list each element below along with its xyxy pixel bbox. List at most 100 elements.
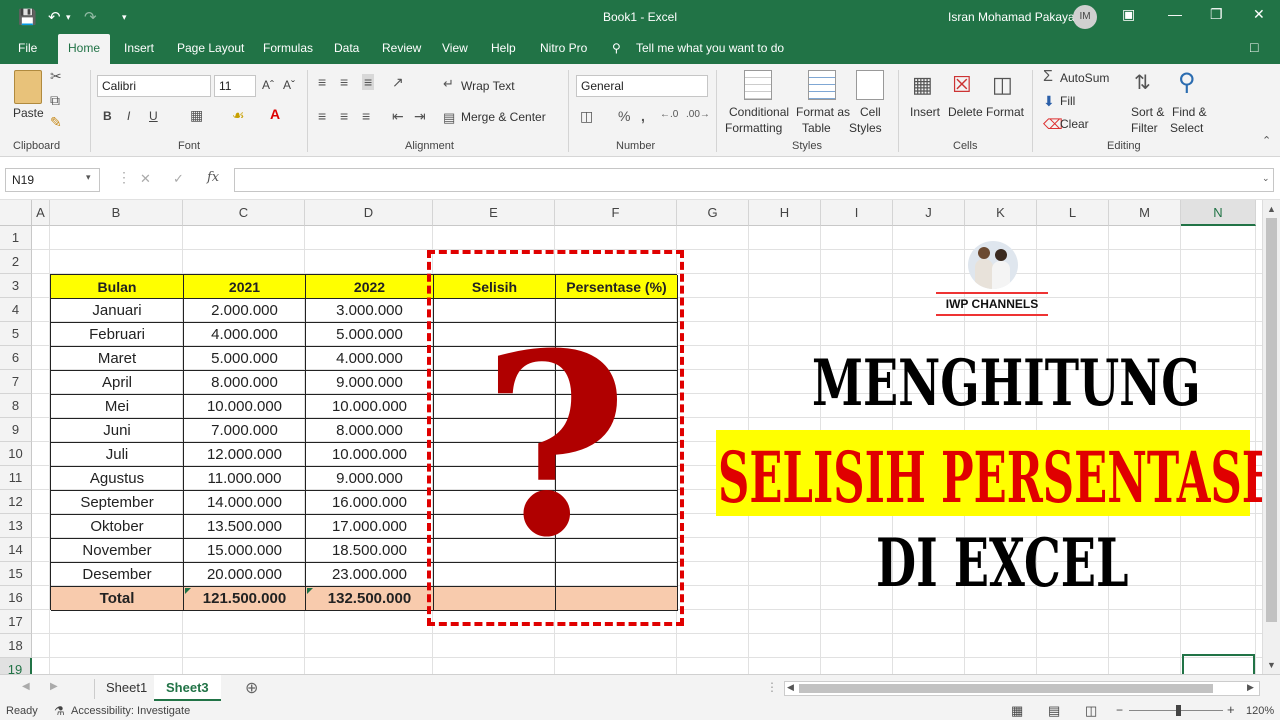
vertical-scrollbar[interactable]: ▲ ▼ (1262, 200, 1280, 674)
column-header[interactable]: H (749, 200, 821, 226)
table-row-cell-2022[interactable]: 23.000.000 (306, 563, 434, 587)
insert-cells-button[interactable]: Insert (910, 105, 940, 119)
row-header[interactable]: 8 (0, 394, 32, 418)
tab-home[interactable]: Home (58, 34, 111, 64)
column-header[interactable]: E (433, 200, 555, 226)
table-row-cell-2021[interactable]: 12.000.000 (184, 443, 306, 467)
find-select-button[interactable]: Find & (1172, 105, 1207, 119)
horizontal-scrollbar[interactable]: ◀ ▶ (784, 681, 1260, 696)
format-cells-button[interactable]: Format (986, 105, 1024, 119)
format-as-table-button-line2[interactable]: Table (802, 121, 831, 135)
merge-center-button[interactable]: Merge & Center (461, 110, 546, 124)
wrap-text-icon[interactable]: ↵ (443, 76, 454, 92)
worksheet-grid[interactable]: A B C D E F G H I J K L M N 1 2 3 4 5 6 … (0, 200, 1262, 674)
table-total-cell-2022[interactable]: 132.500.000 (306, 587, 434, 611)
table-total-cell-bulan[interactable]: Total (51, 587, 184, 611)
scroll-up-icon[interactable]: ▲ (1267, 204, 1276, 214)
table-row-cell-2022[interactable]: 9.000.000 (306, 371, 434, 395)
ribbon-display-icon[interactable]: ▣ (1122, 6, 1135, 23)
sheet-tab-sheet1[interactable]: Sheet1 (94, 675, 159, 701)
zoom-slider-thumb[interactable] (1176, 705, 1181, 716)
orientation-icon[interactable]: ↗ (392, 74, 404, 91)
tab-insert[interactable]: Insert (124, 41, 154, 55)
format-as-table-icon[interactable] (808, 70, 836, 100)
row-header[interactable]: 1 (0, 226, 32, 250)
row-header[interactable]: 18 (0, 634, 32, 658)
accessibility-status[interactable]: Accessibility: Investigate (71, 705, 190, 717)
decrease-decimal-icon[interactable]: .00→ (686, 109, 710, 120)
column-header-selected[interactable]: N (1181, 200, 1256, 226)
decrease-font-icon[interactable]: Aˇ (283, 78, 295, 92)
table-header-cell-2022[interactable]: 2022 (306, 275, 434, 299)
column-header[interactable]: M (1109, 200, 1181, 226)
user-name[interactable]: Isran Mohamad Pakaya (948, 10, 1075, 24)
font-name-select[interactable]: Calibri (97, 75, 211, 97)
collapse-ribbon-icon[interactable]: ⌃ (1262, 134, 1271, 147)
paste-button[interactable]: Paste (13, 106, 44, 120)
next-sheet-icon[interactable]: ▶ (50, 681, 58, 692)
accessibility-icon[interactable]: ⚗ (54, 704, 65, 718)
column-header[interactable]: C (183, 200, 305, 226)
sort-filter-icon[interactable]: ⇅ (1134, 70, 1151, 95)
minimize-icon[interactable]: — (1168, 6, 1182, 22)
paste-icon[interactable] (14, 70, 42, 104)
align-center-icon[interactable]: ≡ (340, 108, 348, 124)
conditional-formatting-icon[interactable] (744, 70, 772, 100)
table-row-cell-2022[interactable]: 10.000.000 (306, 395, 434, 419)
table-row-cell-2021[interactable]: 13.500.000 (184, 515, 306, 539)
font-color-icon[interactable]: A (270, 106, 280, 122)
table-row-cell-2022[interactable]: 18.500.000 (306, 539, 434, 563)
column-header[interactable]: I (821, 200, 893, 226)
wrap-text-button[interactable]: Wrap Text (461, 79, 515, 93)
confirm-entry-icon[interactable]: ✓ (173, 171, 184, 187)
formula-input[interactable] (234, 168, 1274, 192)
column-header[interactable]: D (305, 200, 433, 226)
vertical-scroll-thumb[interactable] (1266, 218, 1277, 622)
table-row-cell-2021[interactable]: 5.000.000 (184, 347, 306, 371)
increase-decimal-icon[interactable]: ←.0 (660, 109, 678, 120)
table-row-cell-2022[interactable]: 17.000.000 (306, 515, 434, 539)
page-break-view-icon[interactable]: ◫ (1085, 703, 1097, 719)
table-row-cell-bulan[interactable]: Januari (51, 299, 184, 323)
row-header[interactable]: 6 (0, 346, 32, 370)
cell-styles-button[interactable]: Cell (860, 105, 881, 119)
close-icon[interactable]: ✕ (1253, 6, 1265, 23)
tab-file[interactable]: File (18, 41, 37, 55)
page-layout-view-icon[interactable]: ▤ (1048, 703, 1060, 719)
row-header[interactable]: 10 (0, 442, 32, 466)
fill-icon[interactable]: ⬇ (1043, 93, 1055, 110)
table-row-cell-2021[interactable]: 2.000.000 (184, 299, 306, 323)
table-row-cell-2021[interactable]: 11.000.000 (184, 467, 306, 491)
tab-nitro-pro[interactable]: Nitro Pro (540, 41, 587, 55)
table-row-cell-bulan[interactable]: Februari (51, 323, 184, 347)
number-format-select[interactable]: General (576, 75, 708, 97)
scroll-down-icon[interactable]: ▼ (1267, 660, 1276, 670)
expand-formula-bar-icon[interactable]: ⌄ (1262, 173, 1270, 184)
align-left-icon[interactable]: ≡ (318, 108, 326, 124)
zoom-out-icon[interactable]: − (1116, 703, 1123, 717)
cut-icon[interactable]: ✂ (50, 68, 62, 85)
table-row-cell-2021[interactable]: 7.000.000 (184, 419, 306, 443)
accounting-format-icon[interactable]: ◫ (580, 108, 593, 125)
format-painter-icon[interactable]: ✎ (50, 114, 62, 131)
row-header[interactable]: 11 (0, 466, 32, 490)
table-header-cell-bulan[interactable]: Bulan (51, 275, 184, 299)
table-row-cell-bulan[interactable]: Maret (51, 347, 184, 371)
avatar[interactable]: IM (1073, 5, 1097, 29)
row-header[interactable]: 5 (0, 322, 32, 346)
insert-cells-icon[interactable]: ▦ (912, 72, 933, 98)
underline-button[interactable]: U (149, 109, 158, 123)
table-row-cell-2022[interactable]: 16.000.000 (306, 491, 434, 515)
format-cells-icon[interactable]: ◫ (992, 72, 1013, 98)
format-as-table-button[interactable]: Format as (796, 105, 850, 119)
zoom-in-icon[interactable]: + (1227, 702, 1235, 717)
tell-me-search[interactable]: Tell me what you want to do (636, 41, 784, 55)
row-header[interactable]: 14 (0, 538, 32, 562)
fill-color-icon[interactable]: ☙ (232, 107, 245, 124)
merge-icon[interactable]: ▤ (443, 110, 455, 126)
borders-icon[interactable]: ▦ (190, 107, 203, 124)
horizontal-scroll-thumb[interactable] (799, 684, 1213, 693)
column-header[interactable]: L (1037, 200, 1109, 226)
prev-sheet-icon[interactable]: ◀ (22, 681, 30, 692)
align-right-icon[interactable]: ≡ (362, 108, 370, 124)
